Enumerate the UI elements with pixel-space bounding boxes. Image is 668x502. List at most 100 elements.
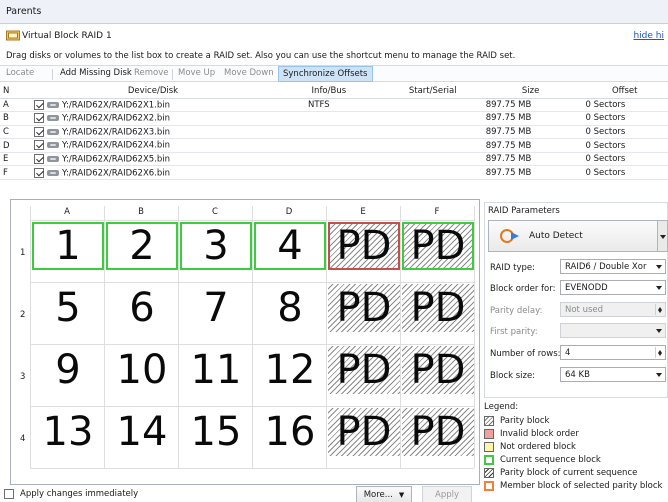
legend-label: Member block of selected parity block [500, 481, 663, 491]
data-block-cell[interactable]: 6 [106, 284, 178, 332]
raid-type-value: RAID6 / Double Xor [565, 262, 647, 272]
grid-line [400, 206, 401, 468]
data-block-cell[interactable]: 10 [106, 346, 178, 394]
hide-help-link[interactable]: hide hi [633, 31, 664, 41]
col-info[interactable]: Info/Bus [272, 84, 386, 99]
row-start [385, 125, 480, 140]
block-label: 14 [116, 409, 168, 455]
block-size-select[interactable]: 64 KB [560, 367, 666, 382]
parity-block-cell[interactable]: PD [328, 346, 400, 394]
row-n: D [0, 138, 34, 153]
data-block-cell[interactable]: 8 [254, 284, 326, 332]
block-order-select[interactable]: EVENODD [560, 280, 666, 295]
table-row[interactable]: F Y:/RAID62X/RAID62X6.bin 897.75 MB 0 Se… [0, 165, 668, 181]
data-block-cell[interactable]: 14 [106, 408, 178, 456]
data-block-cell[interactable]: 16 [254, 408, 326, 456]
row-info [272, 125, 386, 140]
parity-delay-input[interactable]: Not used [560, 302, 666, 317]
row-size: 897.75 MB [479, 98, 582, 113]
data-block-cell[interactable]: 7 [180, 284, 252, 332]
data-block-cell[interactable]: 13 [32, 408, 104, 456]
chevron-down-icon [656, 286, 662, 293]
grid-line [30, 468, 474, 469]
raid-type-label: RAID type: [490, 263, 535, 273]
row-start [385, 165, 480, 181]
include-checkbox[interactable] [34, 113, 44, 124]
more-button[interactable]: More... ▼ [356, 486, 412, 502]
apply-button[interactable]: Apply [422, 486, 472, 502]
block-label: 3 [203, 223, 229, 269]
legend-label: Parity block of current sequence [500, 468, 638, 478]
data-block-cell[interactable]: 11 [180, 346, 252, 394]
row-start [385, 138, 480, 153]
parity-block-cell[interactable]: PD [328, 408, 400, 456]
first-parity-select[interactable] [560, 323, 666, 338]
disk-table-header: N Device/Disk Info/Bus Start/Serial Size… [0, 84, 668, 99]
parity-block-cell[interactable]: PD [402, 408, 474, 456]
disk-icon [47, 142, 59, 149]
parity-block-cell[interactable]: PD [402, 222, 474, 270]
col-size[interactable]: Size [479, 84, 582, 99]
include-checkbox[interactable] [34, 140, 44, 151]
data-block-cell[interactable]: 1 [32, 222, 104, 270]
data-block-cell[interactable]: 5 [32, 284, 104, 332]
row-offset: 0 Sectors [581, 125, 668, 140]
legend-swatch [484, 416, 494, 426]
table-row[interactable]: C Y:/RAID62X/RAID62X3.bin 897.75 MB 0 Se… [0, 125, 668, 140]
instructions-text: Drag disks or volumes to the list box to… [6, 51, 516, 61]
grid-column-header: C [212, 207, 218, 217]
legend-swatch [484, 481, 494, 491]
add-missing-disk-button[interactable]: Add Missing Disk [60, 68, 132, 78]
parity-block-cell[interactable]: PD [402, 346, 474, 394]
spinner-icon[interactable] [655, 304, 664, 315]
include-checkbox[interactable] [34, 167, 44, 178]
raid-header: Virtual Block RAID 1 hide hi Drag disks … [0, 24, 668, 66]
table-row[interactable]: B Y:/RAID62X/RAID62X2.bin 897.75 MB 0 Se… [0, 111, 668, 126]
col-n[interactable]: N [0, 84, 34, 99]
include-checkbox[interactable] [34, 99, 44, 110]
synchronize-offsets-button[interactable]: Synchronize Offsets [278, 66, 373, 82]
auto-detect-button[interactable]: Auto Detect [488, 220, 658, 252]
data-block-cell[interactable]: 3 [180, 222, 252, 270]
grid-column-header: B [138, 207, 144, 217]
parity-delay-value: Not used [565, 305, 604, 315]
checkbox-box[interactable] [4, 489, 14, 499]
row-device: Y:/RAID62X/RAID62X3.bin [34, 125, 272, 140]
auto-detect-dropdown[interactable] [658, 220, 668, 252]
table-row[interactable]: A Y:/RAID62X/RAID62X1.bin NTFS 897.75 MB… [0, 98, 668, 113]
row-info: NTFS [272, 98, 386, 113]
data-block-cell[interactable]: 12 [254, 346, 326, 394]
legend-swatch [484, 429, 494, 439]
legend-title: Legend: [484, 402, 519, 412]
row-info [272, 165, 386, 181]
raid-type-select[interactable]: RAID6 / Double Xor [560, 259, 666, 274]
data-block-cell[interactable]: 2 [106, 222, 178, 270]
rows-input[interactable]: 4 [560, 345, 666, 360]
spinner-icon[interactable] [655, 347, 664, 358]
include-checkbox[interactable] [34, 153, 44, 164]
chevron-down-icon: ▼ [398, 491, 405, 499]
parity-block-cell[interactable]: PD [402, 284, 474, 332]
include-checkbox[interactable] [34, 126, 44, 137]
parity-block-cell[interactable]: PD [328, 222, 400, 270]
row-size: 897.75 MB [479, 111, 582, 126]
move-up-button[interactable]: Move Up [178, 68, 215, 78]
legend-label: Not ordered block [500, 442, 576, 452]
remove-button[interactable]: Remove [134, 68, 169, 78]
locate-button[interactable]: Locate [6, 68, 34, 78]
col-start[interactable]: Start/Serial [385, 84, 480, 99]
grid-line [30, 206, 31, 468]
data-block-cell[interactable]: 4 [254, 222, 326, 270]
table-row[interactable]: D Y:/RAID62X/RAID62X4.bin 897.75 MB 0 Se… [0, 138, 668, 153]
data-block-cell[interactable]: 15 [180, 408, 252, 456]
parity-block-cell[interactable]: PD [328, 284, 400, 332]
table-row[interactable]: E Y:/RAID62X/RAID62X5.bin 897.75 MB 0 Se… [0, 152, 668, 167]
col-offset[interactable]: Offset [581, 84, 668, 99]
grid-row-header: 1 [20, 248, 26, 258]
row-offset: 0 Sectors [581, 138, 668, 153]
move-down-button[interactable]: Move Down [224, 68, 274, 78]
apply-immediately-checkbox[interactable]: Apply changes immediately [4, 489, 138, 499]
col-device[interactable]: Device/Disk [34, 84, 272, 99]
grid-line [252, 206, 253, 468]
data-block-cell[interactable]: 9 [32, 346, 104, 394]
